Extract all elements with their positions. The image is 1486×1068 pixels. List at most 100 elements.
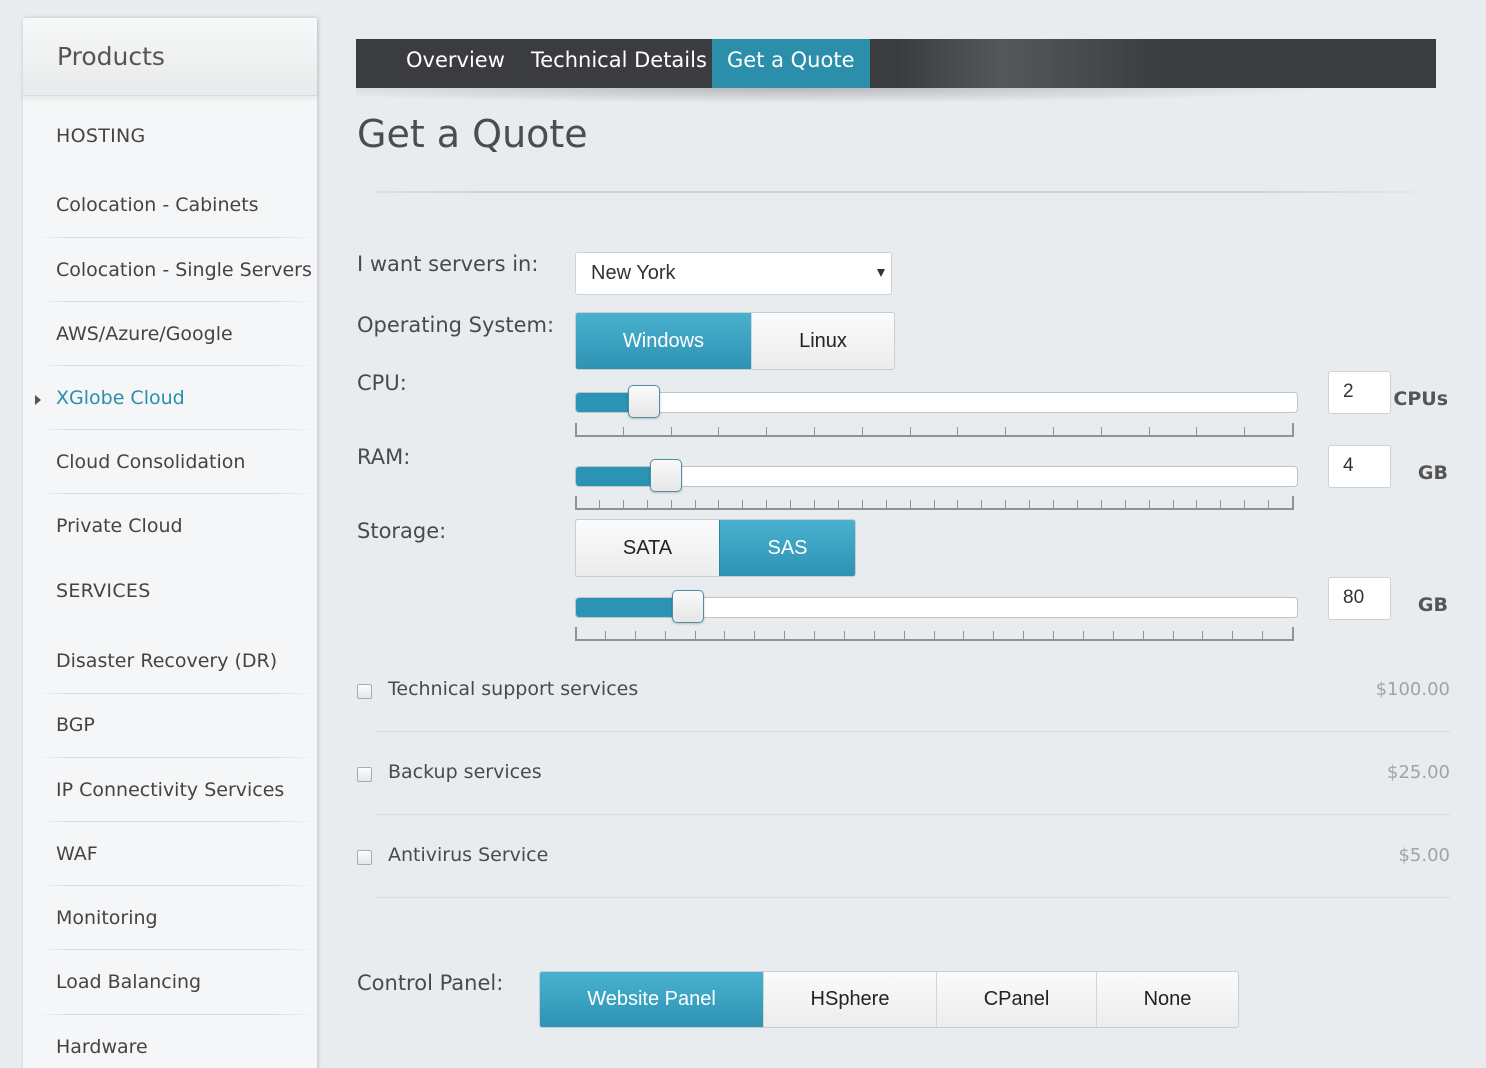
sidebar-item-waf[interactable]: WAF (23, 843, 317, 865)
page-title: Get a Quote (357, 112, 588, 156)
slider-tick (1005, 427, 1006, 435)
tab-bar: Overview Technical Details Get a Quote (356, 39, 1436, 88)
storage-sas-button[interactable]: SAS (719, 520, 855, 576)
slider-tick (766, 427, 767, 435)
control-panel-toggle-group: Website Panel HSphere CPanel None (539, 971, 1239, 1028)
sidebar-item-cloud-consolidation[interactable]: Cloud Consolidation (23, 451, 317, 473)
ram-label: RAM: (357, 445, 411, 469)
sidebar-item-label: Colocation - Single Servers (56, 259, 312, 281)
slider-tick (1292, 423, 1294, 435)
slider-tick (647, 500, 648, 508)
sidebar-item-disaster-recovery[interactable]: Disaster Recovery (DR) (23, 650, 317, 672)
slider-tick (1005, 500, 1006, 508)
sidebar-item-aws-azure-google[interactable]: AWS/Azure/Google (23, 323, 317, 345)
ram-input[interactable]: 4 (1328, 445, 1391, 488)
cpu-slider-ticks (575, 423, 1294, 437)
sidebar-item-ip-connectivity[interactable]: IP Connectivity Services (23, 779, 317, 801)
slider-tick (1053, 631, 1054, 639)
tab-bar-shadow (356, 88, 1436, 106)
slider-tick (862, 500, 863, 508)
slider-tick (1083, 631, 1084, 639)
sidebar-item-label: Monitoring (56, 907, 158, 929)
sidebar-divider (39, 365, 317, 366)
os-linux-button[interactable]: Linux (751, 313, 894, 369)
cpu-input[interactable]: 2 (1328, 371, 1391, 414)
storage-input[interactable]: 80 (1328, 577, 1391, 620)
sidebar-divider (39, 301, 317, 302)
os-windows-button[interactable]: Windows (576, 313, 751, 369)
storage-slider[interactable] (575, 590, 1298, 623)
sidebar-title: Products (23, 18, 317, 96)
os-toggle-group: Windows Linux (575, 312, 895, 370)
antivirus-service-checkbox[interactable] (357, 850, 372, 865)
sidebar: Products HOSTING Colocation - Cabinets C… (23, 18, 317, 1068)
technical-support-price: $100.00 (1375, 679, 1450, 700)
slider-tick (575, 496, 577, 508)
sidebar-item-label: WAF (56, 843, 98, 865)
slider-tick (957, 500, 958, 508)
slider-tick (754, 631, 755, 639)
control-panel-website-panel-button[interactable]: Website Panel (540, 972, 763, 1027)
tab-get-a-quote[interactable]: Get a Quote (712, 39, 870, 88)
location-select[interactable]: New York (575, 252, 892, 295)
cpu-slider-handle[interactable] (628, 385, 660, 418)
backup-services-checkbox[interactable] (357, 767, 372, 782)
cpu-slider[interactable] (575, 385, 1298, 418)
slider-tick (1196, 427, 1197, 435)
row-divider (375, 814, 1450, 815)
control-panel-cpanel-button[interactable]: CPanel (936, 972, 1096, 1027)
slider-tick (1292, 627, 1294, 639)
sidebar-item-hardware[interactable]: Hardware (23, 1036, 317, 1058)
sidebar-divider (39, 693, 317, 694)
slider-tick (635, 631, 636, 639)
slider-tick (1113, 631, 1114, 639)
sidebar-item-label: Private Cloud (56, 515, 183, 537)
sidebar-item-private-cloud[interactable]: Private Cloud (23, 515, 317, 537)
slider-tick (910, 427, 911, 435)
sidebar-item-colocation-cabinets[interactable]: Colocation - Cabinets (23, 194, 317, 216)
cpu-slider-fill (576, 393, 634, 412)
ram-slider[interactable] (575, 459, 1298, 492)
caret-right-icon (35, 395, 41, 405)
slider-tick (1244, 427, 1245, 435)
row-divider (375, 731, 1450, 732)
control-panel-hsphere-button[interactable]: HSphere (763, 972, 936, 1027)
tab-technical-details[interactable]: Technical Details (516, 39, 722, 88)
slider-tick (695, 500, 696, 508)
ram-slider-ticks (575, 496, 1294, 510)
sidebar-divider (39, 429, 317, 430)
slider-tick (671, 500, 672, 508)
slider-tick (1196, 500, 1197, 508)
ram-slider-fill (576, 467, 656, 486)
sidebar-divider (39, 1014, 317, 1015)
slider-tick (963, 631, 964, 639)
slider-tick (934, 500, 935, 508)
sidebar-item-load-balancing[interactable]: Load Balancing (23, 971, 317, 993)
slider-tick (623, 427, 624, 435)
tab-overview[interactable]: Overview (391, 39, 520, 88)
backup-services-label: Backup services (388, 761, 542, 783)
sidebar-item-xglobe-cloud[interactable]: XGlobe Cloud (23, 387, 317, 409)
storage-type-toggle-group: SATA SAS (575, 519, 856, 577)
storage-slider-handle[interactable] (672, 590, 704, 623)
slider-tick (665, 631, 666, 639)
slider-tick (838, 500, 839, 508)
cpu-unit: CPUs (1393, 388, 1448, 410)
slider-tick (575, 627, 577, 639)
slider-tick (934, 631, 935, 639)
sidebar-item-label: AWS/Azure/Google (56, 323, 233, 345)
technical-support-checkbox[interactable] (357, 684, 372, 699)
ram-slider-handle[interactable] (650, 459, 682, 492)
sidebar-item-bgp[interactable]: BGP (23, 714, 317, 736)
control-panel-none-button[interactable]: None (1096, 972, 1238, 1027)
slider-tick (766, 500, 767, 508)
cpu-label: CPU: (357, 371, 407, 395)
slider-tick (910, 500, 911, 508)
sidebar-item-monitoring[interactable]: Monitoring (23, 907, 317, 929)
slider-tick (790, 500, 791, 508)
slider-tick (599, 500, 600, 508)
slider-tick (1173, 500, 1174, 508)
storage-sata-button[interactable]: SATA (576, 520, 719, 576)
sidebar-section-services: SERVICES (56, 580, 151, 602)
sidebar-item-colocation-single-servers[interactable]: Colocation - Single Servers (23, 259, 317, 281)
